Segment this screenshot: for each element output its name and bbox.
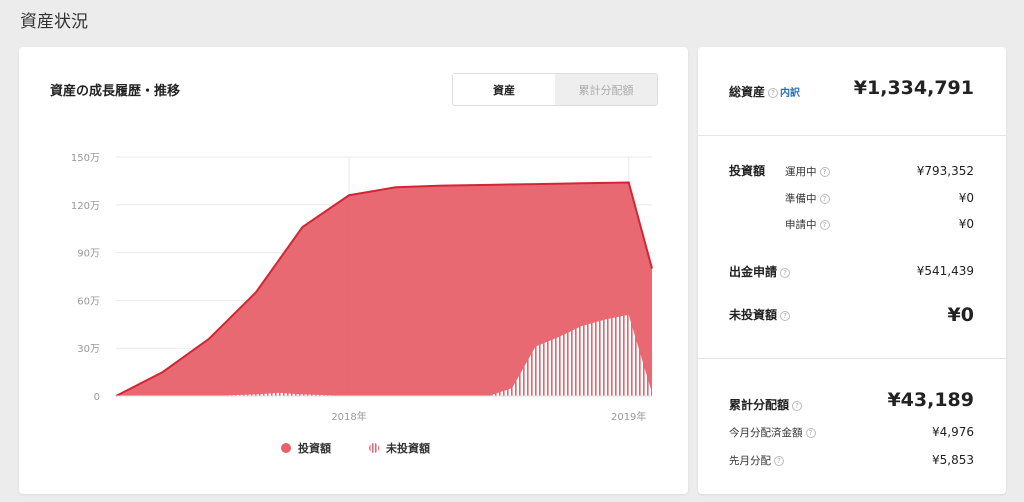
cumulative-dividends-label: 累計分配額 <box>729 398 790 412</box>
withdraw-request-value: ¥541,439 <box>916 264 974 278</box>
legend-item-invested[interactable]: 投資額 <box>281 440 331 456</box>
applying-label: 申請中 <box>785 219 817 231</box>
investment-label: 投資額 <box>729 164 766 178</box>
y-tick-label: 0 <box>94 392 100 403</box>
withdraw-request-label: 出金申請 <box>729 265 778 279</box>
total-assets-value: ¥1,334,791 <box>853 77 974 99</box>
preparing-label: 準備中 <box>785 193 817 205</box>
in-operation-value: ¥793,352 <box>916 164 974 178</box>
last-month-dividend-value: ¥5,853 <box>932 453 974 467</box>
y-tick-label: 90万 <box>77 249 100 260</box>
chart-legend: 投資額 未投資額 <box>281 440 430 456</box>
help-icon[interactable]: ? <box>780 268 791 278</box>
total-assets-label: 総資産 <box>729 85 766 99</box>
help-icon[interactable]: ? <box>768 88 779 98</box>
asset-chart-card: 資産の成長履歴・推移 資産 累計分配額 150万 120万 90万 60万 30万 0 20… <box>19 47 688 494</box>
y-tick-label: 150万 <box>71 153 100 164</box>
uninvested-label: 未投資額 <box>729 308 778 322</box>
help-icon[interactable]: ? <box>780 311 791 321</box>
y-tick-label: 30万 <box>77 344 100 355</box>
help-icon[interactable]: ? <box>792 401 803 411</box>
help-icon[interactable]: ? <box>819 220 830 230</box>
x-tick-label: 2018年 <box>331 410 366 423</box>
y-tick-label: 120万 <box>71 201 100 212</box>
total-assets-section: 総資産? 内訳 ¥1,334,791 <box>698 47 1006 136</box>
legend-item-uninvested[interactable]: 未投資額 <box>369 440 430 456</box>
asset-summary-card: 総資産? 内訳 ¥1,334,791 投資額 運用中? ¥793,352 準備中?… <box>698 47 1006 494</box>
last-month-dividend-label: 先月分配 <box>729 455 771 467</box>
cumulative-dividends-value: ¥43,189 <box>887 389 974 411</box>
asset-area-chart: 150万 120万 90万 60万 30万 0 2018年 2019年 <box>71 153 653 423</box>
preparing-value: ¥0 <box>958 191 974 205</box>
legend-swatch-solid <box>281 443 291 453</box>
legend-label: 未投資額 <box>386 442 430 455</box>
help-icon[interactable]: ? <box>819 167 830 177</box>
applying-value: ¥0 <box>958 217 974 231</box>
this-month-dividend-label: 今月分配済金額 <box>729 427 803 439</box>
legend-swatch-hatched <box>369 443 379 453</box>
uninvested-value: ¥0 <box>947 304 974 326</box>
y-tick-label: 60万 <box>77 296 100 307</box>
help-icon[interactable]: ? <box>819 194 830 204</box>
x-tick-label: 2019年 <box>611 410 646 423</box>
breakdown-link[interactable]: 内訳 <box>780 88 800 99</box>
help-icon[interactable]: ? <box>805 428 816 438</box>
page-title: 資産状況 <box>20 12 88 32</box>
legend-label: 投資額 <box>298 442 331 455</box>
help-icon[interactable]: ? <box>774 456 784 466</box>
in-operation-label: 運用中 <box>785 166 817 178</box>
dividends-section: 累計分配額? ¥43,189 今月分配済金額? ¥4,976 先月分配? ¥5,… <box>698 359 1006 494</box>
investment-section: 投資額 運用中? ¥793,352 準備中? ¥0 申請中? ¥0 出金申請? … <box>698 136 1006 359</box>
this-month-dividend-value: ¥4,976 <box>932 425 974 439</box>
